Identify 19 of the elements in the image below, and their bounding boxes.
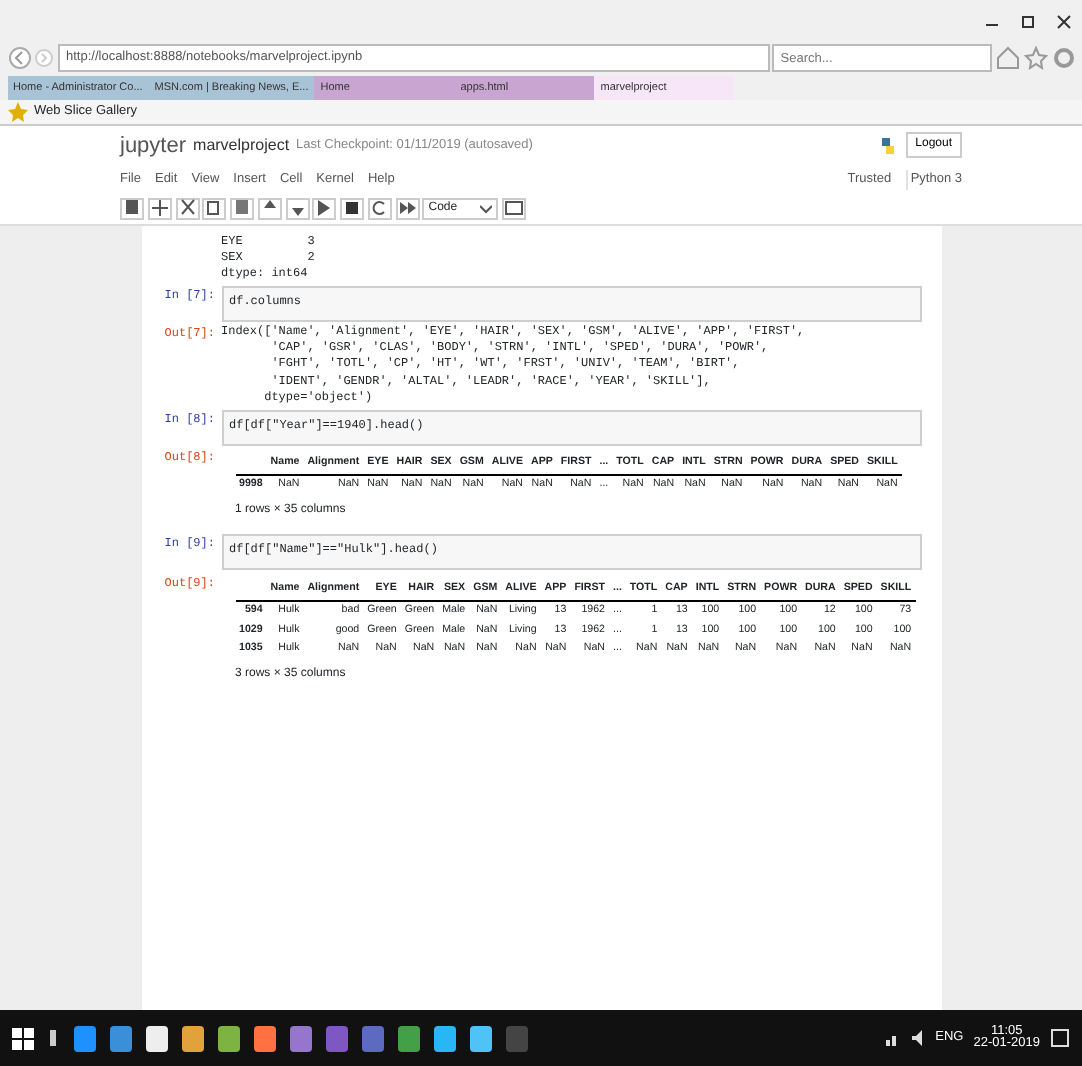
fast-forward-icon[interactable] — [397, 198, 417, 219]
plus-icon[interactable] — [149, 198, 170, 219]
close-button[interactable] — [1054, 12, 1074, 32]
star-icon[interactable] — [1023, 46, 1048, 70]
cut-icon[interactable] — [177, 198, 197, 219]
favorites-star-icon[interactable] — [7, 101, 27, 122]
notebook-title[interactable]: marvelproject — [193, 133, 290, 158]
notification-icon[interactable] — [1050, 1028, 1070, 1048]
run-icon[interactable] — [314, 198, 335, 219]
stop-icon[interactable] — [342, 198, 362, 219]
save-icon[interactable] — [122, 198, 142, 219]
jupyter-logo[interactable]: jupyter — [120, 129, 187, 162]
back-button[interactable] — [7, 46, 31, 70]
task-view-icon[interactable] — [48, 1026, 60, 1050]
windows-start-icon[interactable] — [12, 1027, 34, 1049]
restart-icon[interactable] — [369, 198, 390, 219]
maximize-button[interactable] — [1018, 12, 1038, 32]
volume-icon[interactable] — [909, 1028, 926, 1048]
caret-icon — [480, 203, 493, 214]
